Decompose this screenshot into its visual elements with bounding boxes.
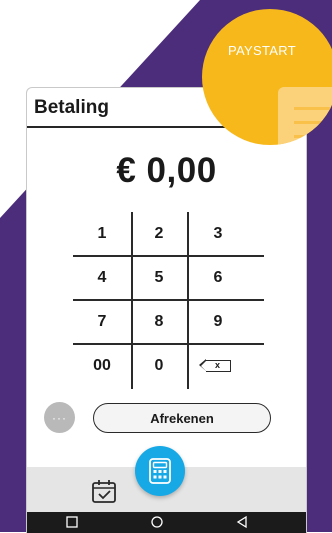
key-5[interactable]: 5 <box>130 256 188 299</box>
key-3[interactable]: 3 <box>189 212 247 255</box>
android-navigation-bar <box>27 512 306 533</box>
backspace-icon: x <box>198 359 231 372</box>
receipt-icon <box>278 87 332 145</box>
receipt-line <box>294 107 332 110</box>
key-9[interactable]: 9 <box>189 300 247 343</box>
square-icon[interactable] <box>65 515 79 529</box>
page-title: Betaling <box>34 97 109 118</box>
calculator-icon <box>149 458 171 484</box>
calculator-button[interactable] <box>135 446 185 496</box>
key-7[interactable]: 7 <box>73 300 131 343</box>
key-8[interactable]: 8 <box>130 300 188 343</box>
backspace-key[interactable]: x <box>189 344 247 387</box>
key-00[interactable]: 00 <box>73 344 131 387</box>
checkout-button[interactable]: Afrekenen <box>93 403 271 433</box>
key-6[interactable]: 6 <box>189 256 247 299</box>
circle-icon[interactable] <box>150 515 164 529</box>
receipt-line <box>294 135 332 138</box>
triangle-back-icon[interactable] <box>235 515 249 529</box>
key-0[interactable]: 0 <box>130 344 188 387</box>
paystart-label: PAYSTART <box>228 43 296 58</box>
receipt-line <box>294 121 332 124</box>
phone-screen: Betaling € 0,00 1 2 3 4 5 6 7 8 9 00 0 x… <box>26 87 307 533</box>
numeric-keypad: 1 2 3 4 5 6 7 8 9 00 0 x <box>73 212 264 389</box>
key-1[interactable]: 1 <box>73 212 131 255</box>
amount-display: € 0,00 <box>116 151 217 190</box>
more-options-button[interactable]: ··· <box>44 402 75 433</box>
calendar-check-icon[interactable] <box>91 479 117 504</box>
key-2[interactable]: 2 <box>130 212 188 255</box>
paystart-badge: PAYSTART <box>202 9 332 145</box>
key-4[interactable]: 4 <box>73 256 131 299</box>
